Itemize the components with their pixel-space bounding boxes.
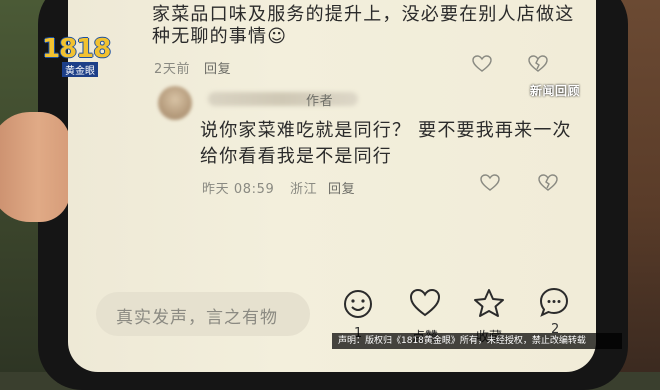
emoji-icon[interactable] — [342, 288, 374, 320]
comment-2-location: 浙江 — [290, 182, 318, 197]
news-review-tag: 新闻回顾 — [530, 84, 581, 98]
comment-2-reply-link[interactable]: 回复 — [328, 178, 355, 197]
phone-screen: 家菜品口味及服务的提升上，没必要在别人店做这 种无聊的事情☺ 2天前 回复 作者… — [68, 0, 596, 372]
comment-1-line-2: 种无聊的事情☺ — [152, 26, 288, 47]
channel-logo-text: 黄金眼 — [62, 62, 98, 77]
star-icon[interactable] — [473, 288, 505, 318]
thumb — [0, 112, 70, 222]
comment-1-reply-link[interactable]: 回复 — [204, 58, 231, 77]
comment-icon[interactable] — [538, 286, 570, 318]
broken-heart-icon[interactable] — [538, 174, 558, 192]
channel-logo: 1818 黄金眼 — [42, 34, 111, 77]
comment-input-placeholder: 真实发声，言之有物 — [116, 308, 278, 328]
channel-logo-number: 1818 — [42, 34, 111, 64]
broken-heart-icon[interactable] — [528, 55, 548, 73]
copyright-disclaimer: 声明：版权归《1818黄金眼》所有，未经授权，禁止改编转载 — [332, 333, 622, 349]
comment-2-line-1: 说你家菜难吃就是同行？ 要不要我再来一次 — [200, 120, 572, 141]
dislike-icon[interactable] — [480, 174, 500, 192]
comment-1-time: 2天前 — [154, 62, 191, 77]
comment-input[interactable]: 真实发声，言之有物 — [96, 292, 310, 336]
author-name-blurred — [208, 92, 358, 106]
dislike-icon[interactable] — [472, 55, 492, 73]
heart-icon[interactable] — [409, 288, 441, 318]
author-tag: 作者 — [306, 94, 334, 109]
comment-2-time: 昨天 08:59 — [202, 182, 275, 197]
avatar[interactable] — [158, 86, 192, 120]
comment-2-line-2: 给你看看我是不是同行 — [200, 146, 392, 167]
